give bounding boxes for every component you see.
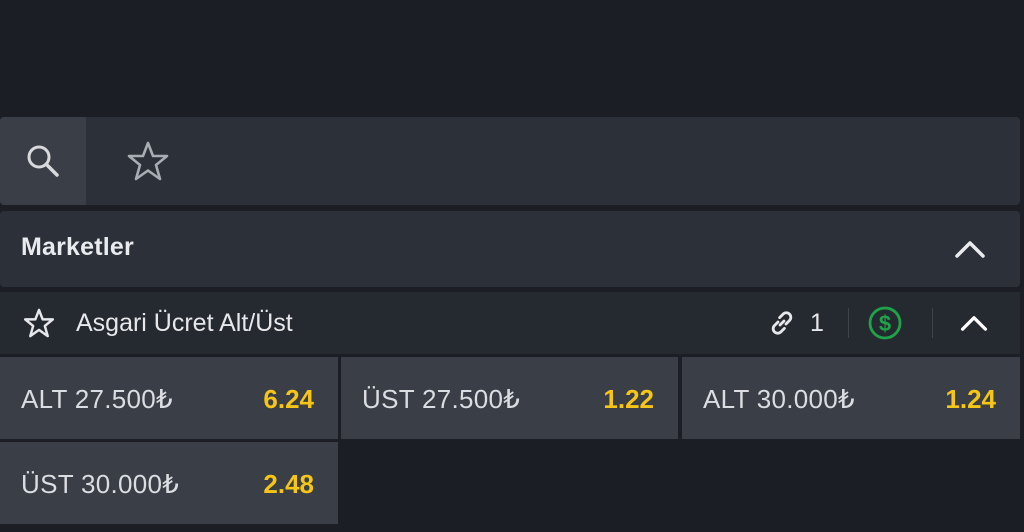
- favorites-filter-button[interactable]: [122, 135, 174, 187]
- chevron-up-icon: [954, 239, 986, 259]
- top-area: [0, 0, 1024, 112]
- odd-label: ÜST 27.500₺: [362, 384, 521, 414]
- section-collapse-button[interactable]: [950, 231, 990, 267]
- odd-label: ALT 27.500₺: [21, 384, 173, 414]
- odd-value: 2.48: [263, 469, 314, 499]
- market-name: Asgari Ücret Alt/Üst: [76, 309, 293, 337]
- cashout-button[interactable]: $: [867, 305, 903, 341]
- odd-button[interactable]: ALT 30.000₺ 1.24: [682, 357, 1020, 439]
- odd-label: ALT 30.000₺: [703, 384, 855, 414]
- market-collapse-button[interactable]: [956, 306, 992, 340]
- odd-button[interactable]: ALT 27.500₺ 6.24: [0, 357, 338, 439]
- odd-button[interactable]: ÜST 30.000₺ 2.48: [0, 442, 338, 524]
- search-button[interactable]: [0, 117, 86, 205]
- odd-value: 1.22: [603, 384, 654, 414]
- odd-button[interactable]: ÜST 27.500₺ 1.22: [341, 357, 678, 439]
- chevron-up-icon: [960, 314, 988, 332]
- dollar-circle-icon: $: [867, 305, 903, 341]
- divider: [932, 308, 933, 338]
- link-group[interactable]: 1: [766, 306, 824, 340]
- link-count: 1: [810, 308, 824, 337]
- odd-value: 1.24: [945, 384, 996, 414]
- svg-text:$: $: [879, 311, 891, 336]
- link-icon: [766, 307, 798, 339]
- star-outline-icon: [126, 139, 170, 183]
- page: Marketler Asgari Ücret Alt/Üst 1 $ ALT 2…: [0, 0, 1024, 532]
- market-header[interactable]: Asgari Ücret Alt/Üst 1 $: [0, 292, 1020, 354]
- divider: [848, 308, 849, 338]
- odd-value: 6.24: [263, 384, 314, 414]
- search-icon: [24, 142, 62, 180]
- market-favorite-button[interactable]: [22, 306, 56, 340]
- market-toolbar: [0, 117, 1020, 205]
- star-outline-icon: [23, 307, 55, 339]
- odd-label: ÜST 30.000₺: [21, 469, 180, 499]
- section-title: Marketler: [21, 233, 134, 261]
- markets-section-header[interactable]: Marketler: [0, 211, 1020, 287]
